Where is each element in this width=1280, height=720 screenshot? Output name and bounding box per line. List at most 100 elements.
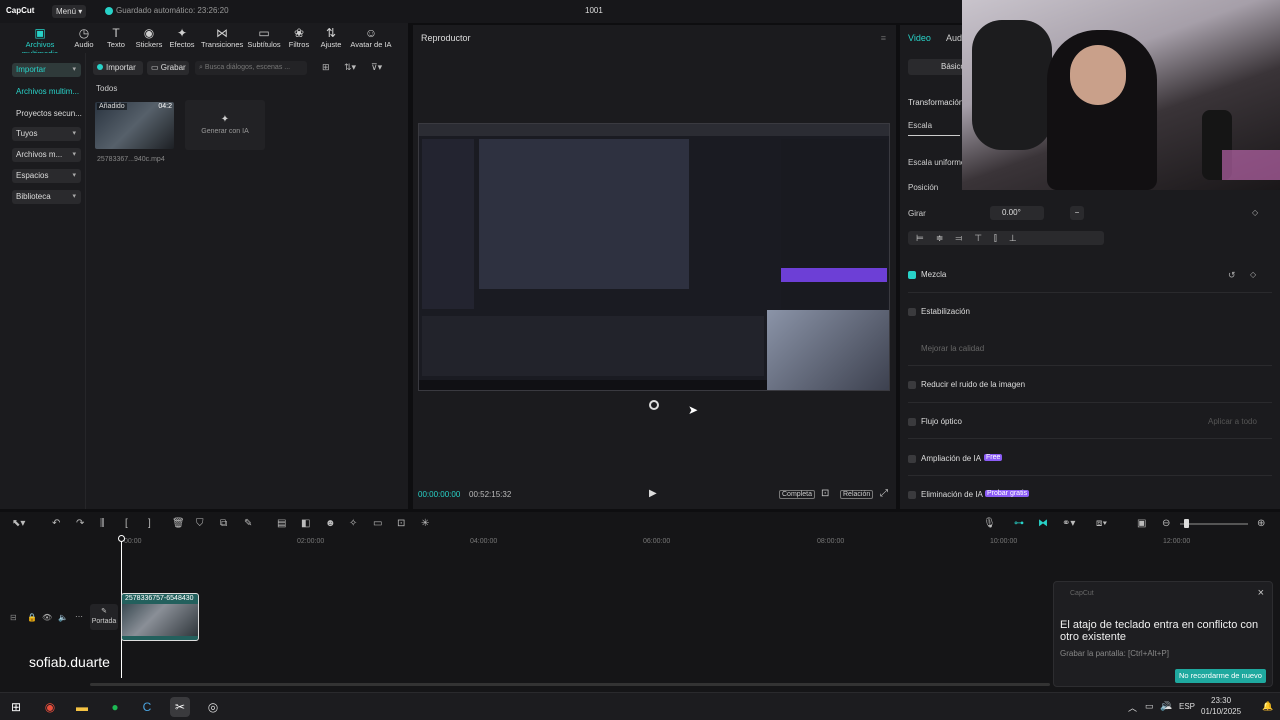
shield-icon[interactable]: ⛉ [196,518,204,529]
video-clip[interactable]: 2578336757-6548430 [121,593,199,641]
chrome-icon[interactable]: ◉ [40,697,60,717]
zoom-out-icon[interactable]: ⊖ [1162,518,1170,529]
snapshot-icon[interactable]: ⊡ [821,488,829,499]
search-input[interactable]: ⌕ Busca diálogos, escenas ... [195,61,307,75]
tray-chevron-icon[interactable]: ︿ [1128,701,1137,714]
microphone-icon[interactable]: 🎙 [983,518,996,529]
capcut-active-icon[interactable]: ✂ [170,697,190,717]
media-thumbnail[interactable]: Añadido 04:2 [95,102,174,149]
person-icon[interactable]: ☻ [325,518,336,529]
record-button[interactable]: ▭ Grabar [147,61,189,75]
align-top-icon[interactable]: ⊤ [974,233,994,243]
reset-icon[interactable]: ↺ [1228,270,1236,281]
redo-icon[interactable]: ↷ [76,518,84,529]
eye-icon[interactable]: 👁 [42,613,52,622]
layout-icon[interactable]: ⧈▾ [1096,518,1107,529]
delete-icon[interactable]: 🗑 [172,518,185,529]
link-icon[interactable]: ⊶ [1014,518,1024,529]
cover-button[interactable]: ✎ Portada [90,604,118,630]
grid-view-icon[interactable]: ⊞ [322,62,330,73]
zoom-in-icon[interactable]: ⊕ [1257,518,1265,529]
optical-flow-checkbox[interactable] [908,418,916,426]
track-more-icon[interactable]: ⋯ [75,612,83,621]
keyframe-icon[interactable]: ◇ [1250,270,1256,279]
draw-icon[interactable]: ✎ [244,518,252,529]
undo-icon[interactable]: ↶ [52,518,60,529]
capcut-taskbar-icon[interactable]: C [137,697,157,717]
tool-transitions[interactable]: ⋈ Transiciones [201,27,243,50]
scale-slider[interactable] [908,135,960,136]
network-icon[interactable]: ▭ [1145,701,1154,712]
folder-icon[interactable]: ▬ [72,697,92,717]
audio-beat-icon[interactable]: ✳ [421,518,429,529]
nav-yours[interactable]: Tuyos ▾ [12,127,81,141]
nav-media2[interactable]: Archivos m... ▾ [12,148,81,162]
generate-ai-card[interactable]: ✦ Generar con IA [185,100,265,150]
windows-start-icon[interactable]: ⊞ [6,697,26,717]
player-menu-icon[interactable]: ≡ [881,33,886,43]
select-tool-icon[interactable]: ⬉▾ [12,518,25,529]
split-right-icon[interactable]: ] [148,518,151,529]
fullscreen-icon[interactable]: ⤢ [880,488,888,499]
rotate-input[interactable]: 0.00° [990,206,1044,220]
zoom-handle[interactable] [1184,519,1189,528]
align-left-icon[interactable]: ⊨ [916,233,936,243]
tool-effects[interactable]: ✦ Efectos [161,27,203,50]
ratio-button[interactable]: Relación [840,490,874,499]
filter-icon[interactable]: ⊽▾ [371,62,382,73]
lock-icon[interactable]: 🔒 [27,613,37,622]
dont-remind-button[interactable]: No recordarme de nuevo [1175,669,1266,683]
subtitle-icon[interactable]: ▭ [373,518,382,529]
playhead-handle[interactable] [118,535,125,542]
tool-ai-avatar[interactable]: ☺ Avatar de IA [350,27,392,50]
video-preview[interactable] [418,123,890,391]
export-frame-icon[interactable]: ⊡ [397,518,405,529]
clock-time[interactable]: 23:30 [1211,696,1231,705]
import-nav[interactable]: Importar ▾ [12,63,81,77]
tool-adjust[interactable]: ⇅ Ajuste [310,27,352,50]
timeline-scrollbar[interactable] [90,683,1050,686]
sort-icon[interactable]: ⇅▾ [344,62,356,73]
ai-upscale-checkbox[interactable] [908,455,916,463]
caption-icon[interactable]: ▣ [1137,518,1146,529]
zoom-slider[interactable] [1180,523,1248,525]
chain-icon[interactable]: ⚭▾ [1062,518,1075,529]
align-middle-icon[interactable]: ⫿ [994,233,1009,243]
nav-spaces[interactable]: Espacios ▾ [12,169,81,183]
track-toggle-icon[interactable]: ⊟ [10,613,17,622]
split-left-icon[interactable]: [ [125,518,128,529]
align-bottom-icon[interactable]: ⊥ [1009,233,1029,243]
volume-icon[interactable]: 🔈 [58,613,68,622]
clock-date[interactable]: 01/10/2025 [1201,707,1241,716]
nav-media[interactable]: Archivos multim... [16,87,79,96]
apply-all-button[interactable]: Aplicar a todo [1208,417,1257,426]
nav-library[interactable]: Biblioteca ▾ [12,190,81,204]
keyframe-icon[interactable]: ◇ [1252,208,1258,217]
magnet-icon[interactable]: ⧓ [1038,518,1048,529]
full-quality-button[interactable]: Completa [779,490,815,499]
crop-icon[interactable]: ⧉ [220,518,227,529]
obs-icon[interactable]: ◎ [203,697,223,717]
magic-icon[interactable]: ✧ [349,518,357,529]
notification-icon[interactable]: 🔔 [1262,701,1273,712]
align-center-icon[interactable]: ≑ [936,233,956,243]
close-icon[interactable]: × [1258,587,1264,599]
mirror-icon[interactable]: ◧ [301,518,310,529]
menu-button[interactable]: Menú ▾ [52,5,86,18]
cloud-icon[interactable]: ☁ [1164,702,1172,711]
split-icon[interactable]: ⫼ [100,518,105,529]
play-button[interactable]: ▶ [649,488,657,499]
nav-projects[interactable]: Proyectos secun... [16,109,82,118]
rotate-reset-button[interactable]: − [1070,206,1084,220]
noise-checkbox[interactable] [908,381,916,389]
media-edit-icon[interactable]: ▤ [277,518,286,529]
preview-center-handle[interactable] [649,400,659,410]
align-right-icon[interactable]: ⫤ [955,233,974,243]
tab-video[interactable]: Video [908,33,931,43]
ai-remove-checkbox[interactable] [908,491,916,499]
spotify-icon[interactable]: ● [105,697,125,717]
stabilization-checkbox[interactable] [908,308,916,316]
import-button[interactable]: Importar [93,61,143,75]
language-indicator[interactable]: ESP [1179,702,1195,711]
blend-checkbox[interactable] [908,271,916,279]
